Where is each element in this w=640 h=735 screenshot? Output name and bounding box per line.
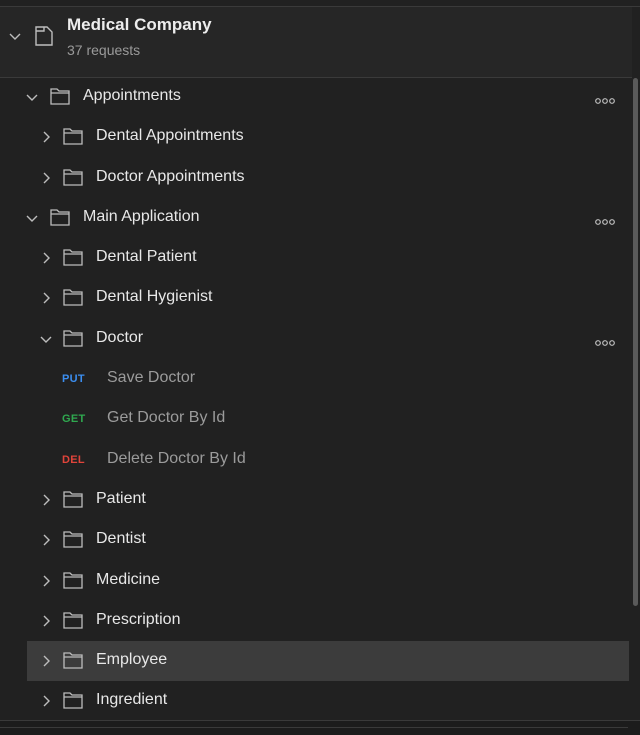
folder-label: Patient [96, 489, 146, 507]
folder-label: Doctor [96, 328, 144, 346]
vertical-scrollbar[interactable] [633, 78, 638, 606]
folder-label: Medicine [96, 570, 161, 588]
folder-label: Dental Patient [96, 248, 197, 266]
folder-main-application[interactable]: Main Application [0, 198, 632, 238]
request-label: Save Doctor [107, 369, 196, 387]
folder-icon [63, 490, 83, 513]
folder-label: Dental Hygienist [96, 288, 213, 306]
bottom-line [0, 727, 628, 728]
folder-icon [50, 87, 70, 110]
folder-label: Dentist [96, 530, 146, 548]
folder-icon [50, 208, 70, 231]
request-label: Get Doctor By Id [107, 409, 226, 427]
method-badge-put: PUT [62, 373, 85, 386]
chevron-right-icon[interactable] [39, 574, 53, 593]
folder-dental-hygienist[interactable]: Dental Hygienist [0, 278, 632, 318]
chevron-down-icon[interactable] [25, 211, 39, 230]
chevron-down-icon[interactable] [8, 29, 22, 48]
method-badge-get: GET [62, 413, 86, 426]
folder-doctor[interactable]: Doctor [0, 319, 632, 359]
collection-icon [34, 25, 54, 52]
folder-label: Dental Appointments [96, 127, 244, 145]
folder-label: Prescription [96, 610, 181, 628]
chevron-right-icon[interactable] [39, 533, 53, 552]
folder-doctor-appointments[interactable]: Doctor Appointments [0, 158, 632, 198]
folder-icon [63, 691, 83, 714]
request-get-doctor-by-id[interactable]: GET Get Doctor By Id [0, 399, 632, 439]
folder-prescription[interactable]: Prescription [0, 601, 632, 641]
folder-dentist[interactable]: Dentist [0, 520, 632, 560]
request-delete-doctor-by-id[interactable]: DEL Delete Doctor By Id [0, 440, 632, 480]
folder-icon [63, 611, 83, 634]
collection-tree: Appointments Dental Appointments Doctor … [0, 77, 632, 722]
more-options-icon[interactable] [595, 92, 615, 110]
chevron-right-icon[interactable] [39, 493, 53, 512]
folder-medicine[interactable]: Medicine [0, 561, 632, 601]
request-label: Delete Doctor By Id [107, 449, 246, 467]
folder-icon [63, 288, 83, 311]
folder-ingredient[interactable]: Ingredient [0, 681, 632, 721]
folder-dental-appointments[interactable]: Dental Appointments [0, 117, 632, 157]
more-options-icon[interactable] [595, 213, 615, 231]
chevron-right-icon[interactable] [39, 130, 53, 149]
folder-label: Ingredient [96, 691, 168, 709]
folder-icon [63, 651, 83, 674]
chevron-right-icon[interactable] [39, 251, 53, 270]
request-save-doctor[interactable]: PUT Save Doctor [0, 359, 632, 399]
folder-label: Appointments [83, 87, 181, 104]
folder-label: Doctor Appointments [96, 167, 245, 185]
folder-icon [63, 168, 83, 191]
chevron-right-icon[interactable] [39, 291, 53, 310]
folder-icon [63, 571, 83, 594]
folder-appointments[interactable]: Appointments [0, 77, 632, 117]
bottom-strip [0, 721, 640, 735]
chevron-right-icon[interactable] [39, 614, 53, 633]
chevron-right-icon[interactable] [39, 171, 53, 190]
folder-icon [63, 530, 83, 553]
chevron-right-icon[interactable] [39, 654, 53, 673]
collection-name[interactable]: Medical Company [67, 15, 212, 35]
folder-dental-patient[interactable]: Dental Patient [0, 238, 632, 278]
folder-patient[interactable]: Patient [0, 480, 632, 520]
folder-label: Main Application [83, 207, 200, 225]
folder-employee[interactable]: Employee [0, 641, 632, 682]
chevron-right-icon[interactable] [39, 694, 53, 713]
request-count: 37 requests [67, 42, 141, 58]
folder-label: Employee [96, 651, 168, 669]
folder-icon [63, 248, 83, 271]
chevron-down-icon[interactable] [25, 90, 39, 109]
chevron-down-icon[interactable] [39, 332, 53, 351]
folder-icon [63, 127, 83, 150]
method-badge-del: DEL [62, 453, 85, 466]
more-options-icon[interactable] [595, 334, 615, 352]
collection-header[interactable]: Medical Company 37 requests [0, 7, 632, 78]
folder-icon [63, 329, 83, 352]
